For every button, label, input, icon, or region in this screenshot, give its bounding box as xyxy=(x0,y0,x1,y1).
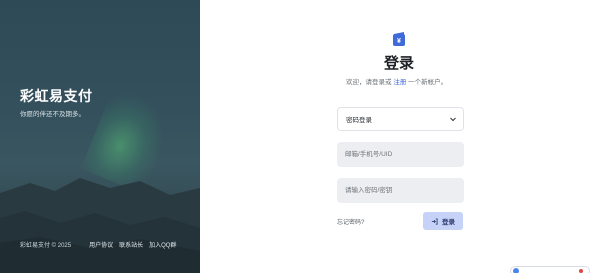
sign-in-icon xyxy=(431,217,438,225)
mountain-silhouette xyxy=(0,178,200,273)
chevron-down-icon xyxy=(450,117,456,122)
login-method-value: 密码登录 xyxy=(346,117,372,124)
subtitle-suffix: 一个新帐户。 xyxy=(408,79,448,86)
left-footer: 彩虹易支付 © 2025 用户协议 联系站长 加入QQ群 xyxy=(20,240,176,249)
copyright-text: 彩虹易支付 © 2025 xyxy=(20,243,72,249)
left-background-panel: 彩虹易支付 你愿的伴还不及期多。 彩虹易支付 © 2025 用户协议 联系站长 … xyxy=(0,0,200,273)
register-link[interactable]: 注册 xyxy=(393,79,406,86)
floating-widget[interactable] xyxy=(510,266,590,273)
widget-blue-dot xyxy=(513,268,519,273)
brand-title: 彩虹易支付 xyxy=(20,88,93,104)
footer-link-contact[interactable]: 联系站长 xyxy=(119,240,143,249)
email-field[interactable] xyxy=(337,142,464,167)
forgot-password-link[interactable]: 忘记密码? xyxy=(337,217,364,226)
login-method-select[interactable]: 密码登录 xyxy=(337,107,464,131)
footer-link-qq-group[interactable]: 加入QQ群 xyxy=(149,240,176,249)
login-button-label: 登录 xyxy=(442,219,455,226)
footer-link-terms[interactable]: 用户协议 xyxy=(89,240,113,249)
wallet-icon: ¥ xyxy=(393,32,405,46)
subtitle-prefix: 欢迎，请登录或 xyxy=(346,79,392,86)
svg-text:¥: ¥ xyxy=(397,38,401,45)
password-field[interactable] xyxy=(337,178,464,203)
login-button[interactable]: 登录 xyxy=(423,212,463,230)
login-subtitle: 欢迎，请登录或 注册 一个新帐户。 xyxy=(346,76,447,86)
widget-red-dot xyxy=(579,269,583,273)
login-title: 登录 xyxy=(384,55,415,72)
brand-subtitle: 你愿的伴还不及期多。 xyxy=(20,111,85,118)
